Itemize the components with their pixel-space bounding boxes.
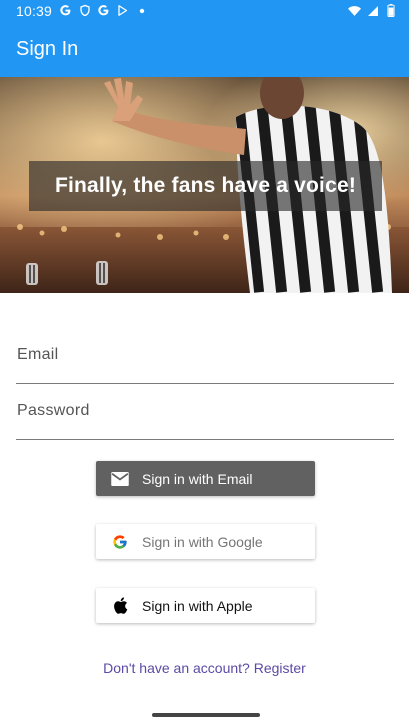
gesture-nav-handle[interactable] [152,713,260,717]
password-field-label: Password [17,402,90,419]
status-bar: 10:39 [0,0,409,21]
signal-icon [366,4,379,17]
sign-in-apple-button[interactable]: Sign in with Apple [96,588,315,623]
status-system-icons [348,4,397,17]
sign-in-google-button[interactable]: Sign in with Google [96,524,315,559]
mail-icon [110,469,130,489]
wifi-icon [348,4,361,17]
google-g-icon [97,4,110,17]
dot-icon [135,4,148,17]
password-field[interactable]: Password [16,388,394,440]
email-field-label: Email [17,346,59,363]
hero-image: Finally, the fans have a voice! [0,77,409,293]
status-time: 10:39 [16,2,53,19]
page-title: Sign In [16,37,79,60]
sign-in-google-label: Sign in with Google [142,533,263,550]
play-store-icon [116,4,129,17]
hero-tagline: Finally, the fans have a voice! [54,174,357,197]
status-notification-icons [59,4,148,17]
sign-in-email-label: Sign in with Email [142,470,253,487]
battery-icon [384,4,397,17]
google-logo-icon [110,532,130,552]
apple-logo-icon [110,596,130,616]
google-g-icon [59,4,72,17]
hero-banner: Finally, the fans have a voice! [29,161,382,211]
app-bar: Sign In [0,21,409,77]
register-link[interactable]: Don't have an account? Register [0,660,409,676]
sign-in-email-button[interactable]: Sign in with Email [96,461,315,496]
shield-icon [78,4,91,17]
email-field[interactable]: Email [16,332,394,384]
sign-in-apple-label: Sign in with Apple [142,597,253,614]
